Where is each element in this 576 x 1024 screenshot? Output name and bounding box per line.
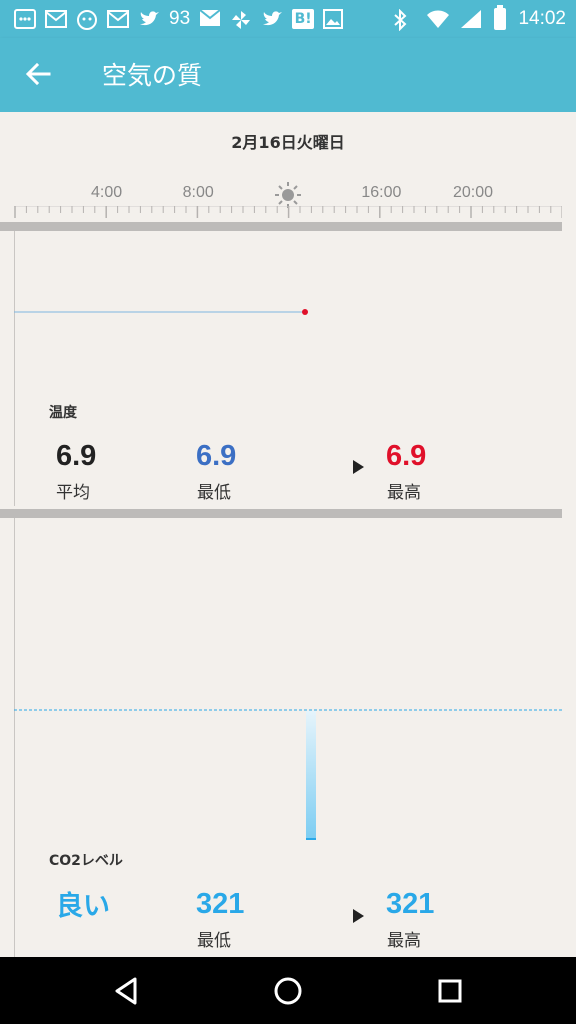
sun-icon [275, 182, 301, 208]
play-icon[interactable] [353, 909, 364, 923]
notification-icons: 93 B! [14, 6, 345, 32]
temperature-label: 温度 [49, 405, 77, 421]
temperature-average-value: 6.9 [56, 440, 97, 472]
recents-square-icon[interactable] [434, 975, 466, 1007]
co2-max-caption: 最高 [387, 931, 421, 951]
mail-icon [199, 9, 221, 29]
temperature-graph [14, 309, 308, 315]
temperature-min-caption: 最低 [197, 483, 231, 503]
gmail-icon [107, 9, 129, 29]
pinwheel-icon [230, 9, 252, 29]
twitter-icon [261, 9, 283, 29]
left-rule [14, 231, 15, 506]
co2-max-value: 321 [386, 888, 435, 920]
temperature-min-value: 6.9 [196, 440, 237, 472]
time-axis[interactable]: 4:00 8:00 16:00 20:00 [0, 176, 576, 226]
co2-label: CO2レベル [49, 853, 123, 869]
date-label: 2月16日火曜日 [231, 133, 345, 152]
temperature-max-value: 6.9 [386, 440, 427, 472]
divider-bar [0, 222, 562, 231]
co2-bar [306, 711, 316, 839]
page-title: 空気の質 [102, 61, 203, 90]
notification-count: 93 [169, 8, 191, 29]
temperature-point [302, 309, 308, 315]
arrow-left-icon [25, 62, 51, 86]
tick-label: 16:00 [361, 184, 402, 201]
chat-bubble-icon [14, 9, 36, 29]
air-quality-content[interactable]: 2月16日火曜日 4:00 8:00 16:00 20:00 温度 6.9 平均… [0, 112, 576, 957]
temperature-max-caption: 最高 [387, 483, 421, 503]
co2-graph [14, 709, 562, 840]
gmail-icon [45, 9, 67, 29]
back-triangle-icon[interactable] [111, 975, 143, 1007]
wifi-icon [426, 9, 450, 29]
image-icon [323, 9, 345, 29]
status-bar: 93 B! 14:02 [0, 0, 576, 38]
signal-icon [460, 9, 482, 29]
battery-icon [494, 5, 507, 30]
bluetooth-icon [392, 8, 414, 32]
tick-label: 4:00 [91, 184, 123, 201]
tick-label: 8:00 [182, 184, 214, 201]
temperature-average-caption: 平均 [56, 483, 90, 503]
tick-label: 20:00 [452, 184, 494, 201]
co2-min-caption: 最低 [197, 931, 231, 951]
back-button[interactable] [22, 57, 56, 91]
home-circle-icon[interactable] [272, 975, 304, 1007]
navigation-bar [0, 957, 576, 1024]
status-time: 14:02 [518, 8, 566, 29]
co2-status-value: 良い [56, 891, 110, 922]
play-icon[interactable] [353, 460, 364, 474]
twitter-icon [138, 9, 160, 29]
co2-min-value: 321 [196, 888, 245, 920]
app-bar: 空気の質 [0, 38, 576, 112]
hatena-bookmark-icon: B! [292, 9, 315, 29]
anime-avatar-icon [76, 9, 98, 30]
system-icons: 14:02 [392, 5, 566, 32]
divider-bar [0, 509, 562, 518]
